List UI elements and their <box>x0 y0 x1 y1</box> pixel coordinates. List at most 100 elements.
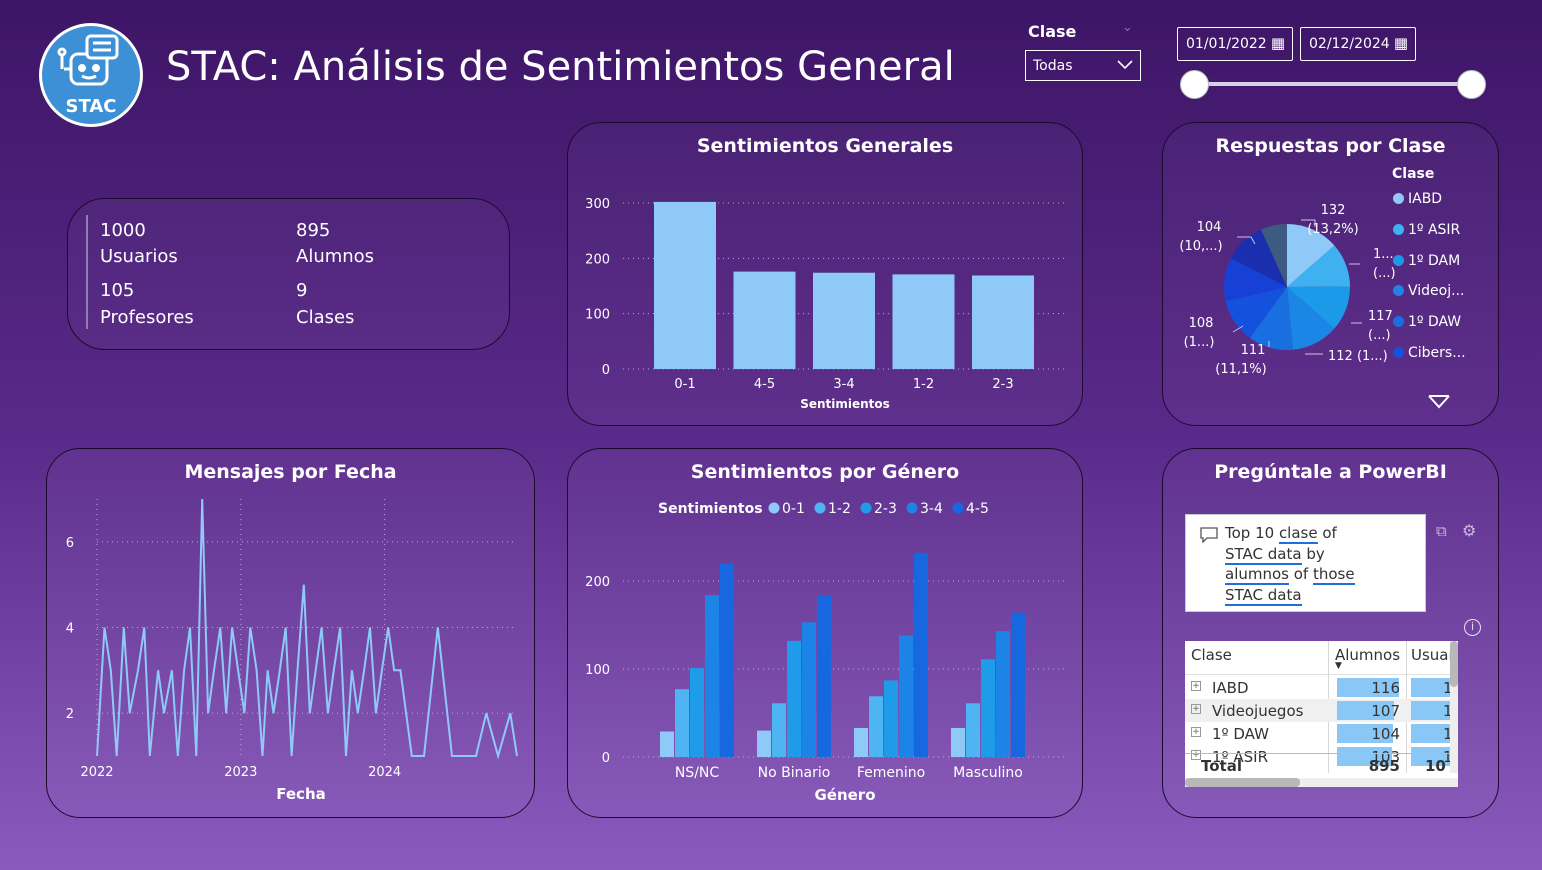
legend-dot <box>1393 254 1404 266</box>
legend-dot <box>1393 285 1404 297</box>
legend-label: 1º DAM <box>1408 252 1461 269</box>
kpi-profesores-label: Profesores <box>100 307 194 328</box>
chevron-down-icon[interactable]: ⌄ <box>1122 20 1133 35</box>
bar-Masculino-3-4 <box>996 631 1010 757</box>
sentimientos-generales-chart: 0 100 200 300 0-1 4-5 3-4 1-2 2-3 Sentimientos <box>585 197 1068 411</box>
y-tick-label: 200 <box>585 252 610 267</box>
bar-3-4 <box>813 272 875 369</box>
legend-dot <box>768 502 780 514</box>
panel-title: Pregúntale a PowerBI <box>1214 461 1447 483</box>
expand-icon[interactable]: + <box>1191 681 1201 691</box>
date-slider[interactable] <box>1180 70 1490 100</box>
kpi-clases-value: 9 <box>296 280 308 301</box>
date-end-field[interactable]: 02/12/2024 ▦ <box>1300 27 1416 61</box>
qa-panel: Pregúntale a PowerBI Top 10 clase of STA… <box>1162 448 1499 818</box>
pie-data-label: 108 <box>1189 316 1214 331</box>
pie-data-label: 117 <box>1368 309 1393 324</box>
mensajes-line-chart: 2 4 6 2022 2023 2024 Fecha <box>66 498 518 803</box>
kpi-clases-label: Clases <box>296 307 355 328</box>
slider-handle-start[interactable] <box>1180 70 1209 99</box>
date-start-field[interactable]: 01/01/2022 ▦ <box>1177 27 1293 61</box>
pie-data-label: (1...) <box>1184 335 1215 350</box>
expand-icon[interactable]: + <box>1191 704 1201 714</box>
x-tick-label: Femenino <box>857 765 925 781</box>
bar-Femenino-0-1 <box>854 727 868 757</box>
legend-item[interactable]: 1º ASIR <box>1393 222 1460 238</box>
column-header-clase[interactable]: Clase <box>1191 646 1232 664</box>
cell-alumnos: 104 <box>1371 725 1400 743</box>
kpi-card: 1000 Usuarios 895 Alumnos 105 Profesores… <box>67 198 510 350</box>
calendar-icon[interactable]: ▦ <box>1394 34 1408 52</box>
legend-label: IABD <box>1408 191 1443 207</box>
pie-data-label: (...) <box>1368 328 1391 343</box>
qa-question-input[interactable]: Top 10 clase of STAC data by alumnos of … <box>1185 514 1426 612</box>
chevron-down-icon <box>1117 60 1133 70</box>
class-filter-value: Todas <box>1033 58 1073 74</box>
scroll-down-icon[interactable] <box>1428 395 1450 409</box>
gear-icon[interactable]: ⚙ <box>1462 521 1476 540</box>
kpi-profesores-value: 105 <box>100 280 135 301</box>
bar-No Binario-3-4 <box>802 622 816 757</box>
legend-label: Cibers... <box>1408 345 1466 361</box>
legend-item[interactable]: 1º DAM <box>1393 253 1460 269</box>
x-tick-label: Masculino <box>953 765 1023 781</box>
table-row[interactable]: + IABD 116 1 <box>1185 676 1458 699</box>
legend-title: Sentimientos <box>658 501 763 517</box>
cell-clase: IABD <box>1212 679 1249 697</box>
legend-dot <box>906 502 918 514</box>
y-tick-label: 4 <box>66 622 74 637</box>
legend-item[interactable]: Videoj... <box>1393 283 1464 299</box>
legend-dot <box>952 502 964 514</box>
bar-Femenino-2-3 <box>884 680 898 757</box>
x-tick-label: 1-2 <box>913 377 934 392</box>
legend-label: 2-3 <box>874 501 897 517</box>
x-tick-label: 2024 <box>368 765 401 780</box>
vertical-scrollbar[interactable] <box>1450 641 1458 773</box>
pie-data-label: 104 <box>1197 220 1222 235</box>
bar-NS/NC-3-4 <box>705 595 719 757</box>
info-icon[interactable]: i <box>1464 619 1481 636</box>
legend-item[interactable]: IABD <box>1393 191 1442 207</box>
expand-icon[interactable]: + <box>1191 727 1201 737</box>
pie-data-label: 111 <box>1241 343 1266 358</box>
column-header-alumnos[interactable]: Alumnos <box>1335 646 1400 664</box>
y-tick-label: 300 <box>585 197 610 212</box>
legend-title: Clase <box>1392 166 1435 182</box>
x-axis-label: Sentimientos <box>800 397 890 411</box>
y-tick-label: 100 <box>585 663 610 678</box>
svg-text:STAC: STAC <box>66 96 117 117</box>
legend-dot <box>814 502 826 514</box>
sentimientos-generales-panel: Sentimientos Generales 0 100 200 300 0-1 4-5 3… <box>567 122 1083 426</box>
sentimientos-genero-chart: 0 100 200 NS/NC No Binario Femenino Masculino G… <box>585 501 1068 804</box>
legend-dot <box>1393 347 1404 358</box>
x-tick-label: 3-4 <box>833 377 854 392</box>
y-tick-label: 100 <box>585 308 610 323</box>
calendar-icon[interactable]: ▦ <box>1271 34 1285 52</box>
pie-data-label: 112 (1...) <box>1328 349 1388 364</box>
bar-Masculino-2-3 <box>981 659 995 757</box>
horizontal-scrollbar[interactable] <box>1185 778 1458 787</box>
sentimientos-por-genero-panel: Sentimientos por Género 0 100 200 NS/NC No B… <box>567 448 1083 818</box>
total-usuarios: 10 <box>1425 757 1446 775</box>
class-filter-dropdown[interactable]: Todas <box>1025 50 1141 81</box>
x-tick-label: NS/NC <box>675 765 720 781</box>
legend-item[interactable]: 1º DAW <box>1393 314 1461 330</box>
legend-label: Videoj... <box>1408 283 1465 300</box>
pie-data-label: (10,...) <box>1179 239 1222 254</box>
bar-Masculino-4-5 <box>1011 612 1025 757</box>
kpi-divider <box>86 215 88 329</box>
table-row[interactable]: +1º DAW 104 1 <box>1185 722 1458 745</box>
y-tick-label: 200 <box>585 575 610 590</box>
legend-item[interactable]: Cibers... <box>1393 345 1466 361</box>
page-title: STAC: Análisis de Sentimientos General <box>166 44 955 90</box>
legend-label: 1º ASIR <box>1408 221 1461 238</box>
qa-question-text: Top 10 clase of STAC data by alumnos of … <box>1225 524 1355 606</box>
table-total-row: Total 895 10 <box>1185 753 1458 776</box>
total-alumnos: 895 <box>1368 757 1400 775</box>
table-row[interactable]: + Videojuegos 107 1 <box>1185 699 1458 722</box>
slider-handle-end[interactable] <box>1457 70 1486 99</box>
convert-visual-icon[interactable]: ⧉ <box>1436 522 1447 540</box>
pie-data-label: 132 <box>1321 203 1346 218</box>
slider-track <box>1194 82 1476 86</box>
legend-dot <box>1393 193 1404 204</box>
